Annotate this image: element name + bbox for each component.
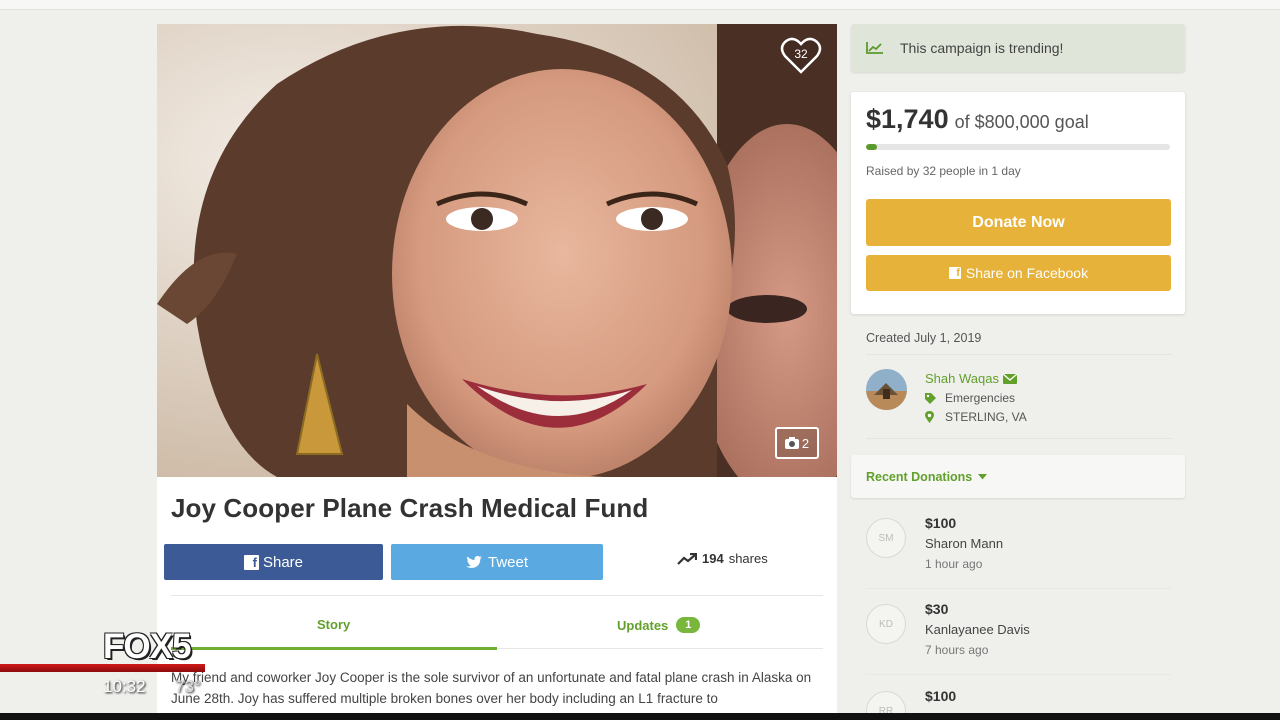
location-label: STERLING, VA [945,410,1027,424]
campaign-photo-image [157,24,837,477]
heart-count: 32 [794,47,808,61]
photo-gallery-button[interactable]: 2 [775,427,819,459]
donation-amount: $100 [925,688,957,704]
campaign-content: Joy Cooper Plane Crash Medical Fund f Sh… [157,477,837,720]
donate-now-button[interactable]: Donate Now [866,199,1171,246]
tweet-button[interactable]: Tweet [391,544,603,580]
donation-time: 7 hours ago [925,643,989,657]
organizer-category: Emergencies [925,391,1015,405]
goal-amount: of $800,000 goal [954,112,1089,132]
donation-time: 1 hour ago [925,557,983,571]
organizer-location: STERLING, VA [925,410,1027,424]
facebook-icon: f [948,267,961,279]
share-on-facebook-button[interactable]: f Share on Facebook [866,255,1171,291]
shares-counter: 194 shares [677,551,768,566]
broadcast-time: 10:32 [103,677,146,696]
divider [866,674,1172,675]
trending-chart-icon [866,42,883,54]
divider [866,438,1172,439]
organizer-avatar-image [866,369,907,410]
trending-banner: This campaign is trending! [851,24,1185,72]
progress-fill [866,144,877,150]
raised-summary: $1,740 of $800,000 goal [866,104,1089,135]
bottom-bar [0,713,1280,720]
category-label: Emergencies [945,391,1016,405]
heart-button[interactable]: 32 [779,36,823,76]
recent-donations-label: Recent Donations [866,469,973,484]
donor-initials-avatar: RR [866,691,906,713]
tab-divider [497,648,823,649]
facebook-share-label: Share [262,553,304,571]
donor-initials-avatar: KD [866,604,906,644]
photo-count: 2 [801,435,810,451]
campaign-photo[interactable]: 32 2 [157,24,837,477]
donation-amount: $100 [925,515,957,531]
organizer-name-label: Shah Waqas [925,371,999,386]
donor-name: Kanlayanee Davis [925,622,1030,637]
story-text: My friend and coworker Joy Cooper is the… [171,670,812,706]
divider [866,588,1172,589]
donor-name: Sharon Mann [925,536,1004,551]
donor-initials-avatar: SM [866,518,906,558]
organizer-avatar[interactable] [866,369,907,410]
envelope-icon[interactable] [1002,373,1017,384]
organizer-name[interactable]: Shah Waqas [925,371,1017,386]
tag-icon [925,392,936,404]
location-pin-icon [925,411,934,423]
donation-item: KD $30 Kanlayanee Davis 7 hours ago [866,601,1166,671]
campaign-title: Joy Cooper Plane Crash Medical Fund [171,493,649,523]
raised-by-text: Raised by 32 people in 1 day [866,164,1021,178]
divider [866,354,1172,355]
shares-count: 194 [702,551,724,566]
tab-updates-label: Updates [617,617,669,633]
tab-story[interactable]: Story [317,617,350,632]
donation-item: SM $100 Sharon Mann 1 hour ago [866,515,1166,585]
raised-amount: $1,740 [866,104,949,134]
broadcast-temperature: 73° [175,677,201,696]
donation-item: RR $100 [866,688,1166,713]
shares-label: shares [728,551,768,566]
trending-up-icon [677,552,697,565]
facebook-icon: f [243,554,259,570]
updates-count-badge: 1 [676,617,701,633]
fox5-logo: FOX5 [103,627,191,666]
progress-bar [866,144,1170,150]
created-date: Created July 1, 2019 [866,331,982,345]
donation-amount: $30 [925,601,949,617]
recent-donations-toggle[interactable]: Recent Donations [851,455,1185,498]
camera-icon [784,437,799,449]
divider [171,595,823,596]
tab-updates[interactable]: Updates 1 [617,617,701,633]
donation-card: $1,740 of $800,000 goal Raised by 32 peo… [851,92,1185,314]
twitter-icon [465,555,482,568]
share-on-facebook-label: Share on Facebook [965,265,1089,281]
tweet-label: Tweet [487,553,529,571]
caret-down-icon [978,473,988,479]
trending-text: This campaign is trending! [900,40,1064,56]
top-bar [0,0,1280,10]
facebook-share-button[interactable]: f Share [164,544,383,580]
active-tab-indicator [171,647,497,650]
